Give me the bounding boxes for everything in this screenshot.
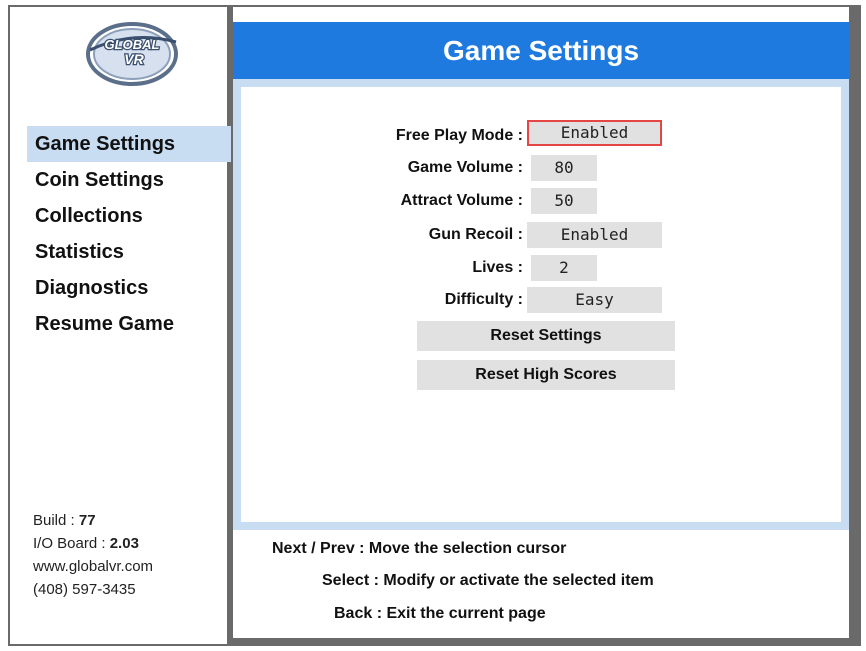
help-next-prev: Next / Prev : Move the selection cursor: [272, 540, 567, 557]
sidebar-menu: Game Settings Coin Settings Collections …: [27, 126, 231, 342]
setting-label: Lives :: [472, 259, 523, 276]
help-select: Select : Modify or activate the selected…: [322, 572, 654, 589]
right-edge: [849, 5, 861, 646]
reset-settings-button[interactable]: Reset Settings: [417, 321, 675, 351]
setting-row-difficulty: Difficulty :: [233, 287, 523, 313]
io-board-label: I/O Board :: [33, 535, 106, 552]
setting-row-gun-recoil: Gun Recoil :: [233, 222, 523, 248]
setting-label: Gun Recoil :: [428, 226, 523, 243]
bottom-bar: [233, 638, 857, 646]
menu-item-coin-settings[interactable]: Coin Settings: [27, 162, 231, 198]
setting-value-lives[interactable]: 2: [531, 255, 597, 281]
setting-row-attract-volume: Attract Volume :: [233, 188, 523, 214]
setting-label: Difficulty :: [444, 291, 523, 308]
svg-text:GLOBAL: GLOBAL: [105, 37, 160, 52]
setting-value-game-volume[interactable]: 80: [531, 155, 597, 181]
menu-item-diagnostics[interactable]: Diagnostics: [27, 270, 231, 306]
setting-label: Free Play Mode :: [395, 127, 523, 144]
menu-item-game-settings[interactable]: Game Settings: [27, 126, 231, 162]
menu-item-collections[interactable]: Collections: [27, 198, 231, 234]
build-value: 77: [78, 512, 96, 529]
setting-value-difficulty[interactable]: Easy: [527, 287, 662, 313]
menu-item-statistics[interactable]: Statistics: [27, 234, 231, 270]
setting-row-lives: Lives :: [233, 255, 523, 281]
website: www.globalvr.com: [33, 558, 154, 575]
build-info: Build : 77: [33, 509, 153, 532]
system-info: Build : 77 I/O Board : 2.03 www.globalvr…: [33, 509, 153, 601]
globalvr-logo: GLOBAL VR: [86, 22, 178, 86]
setting-value-attract-volume[interactable]: 50: [531, 188, 597, 214]
io-board-value: 2.03: [109, 535, 139, 552]
phone-number: (408) 597-3435: [33, 581, 136, 598]
menu-item-resume-game[interactable]: Resume Game: [27, 306, 231, 342]
help-footer: Next / Prev : Move the selection cursor …: [233, 530, 849, 641]
setting-row-game-volume: Game Volume :: [233, 155, 523, 181]
setting-label: Game Volume :: [407, 159, 523, 176]
setting-value-gun-recoil[interactable]: Enabled: [527, 222, 662, 248]
reset-high-scores-button[interactable]: Reset High Scores: [417, 360, 675, 390]
setting-label: Attract Volume :: [400, 192, 523, 209]
io-board-info: I/O Board : 2.03: [33, 532, 153, 555]
svg-text:VR: VR: [124, 51, 144, 67]
setting-value-free-play[interactable]: Enabled: [527, 120, 662, 146]
page-title: Game Settings: [233, 22, 849, 79]
build-label: Build :: [33, 512, 75, 529]
help-back: Back : Exit the current page: [334, 605, 546, 622]
setting-row-free-play: Free Play Mode :: [233, 123, 523, 149]
